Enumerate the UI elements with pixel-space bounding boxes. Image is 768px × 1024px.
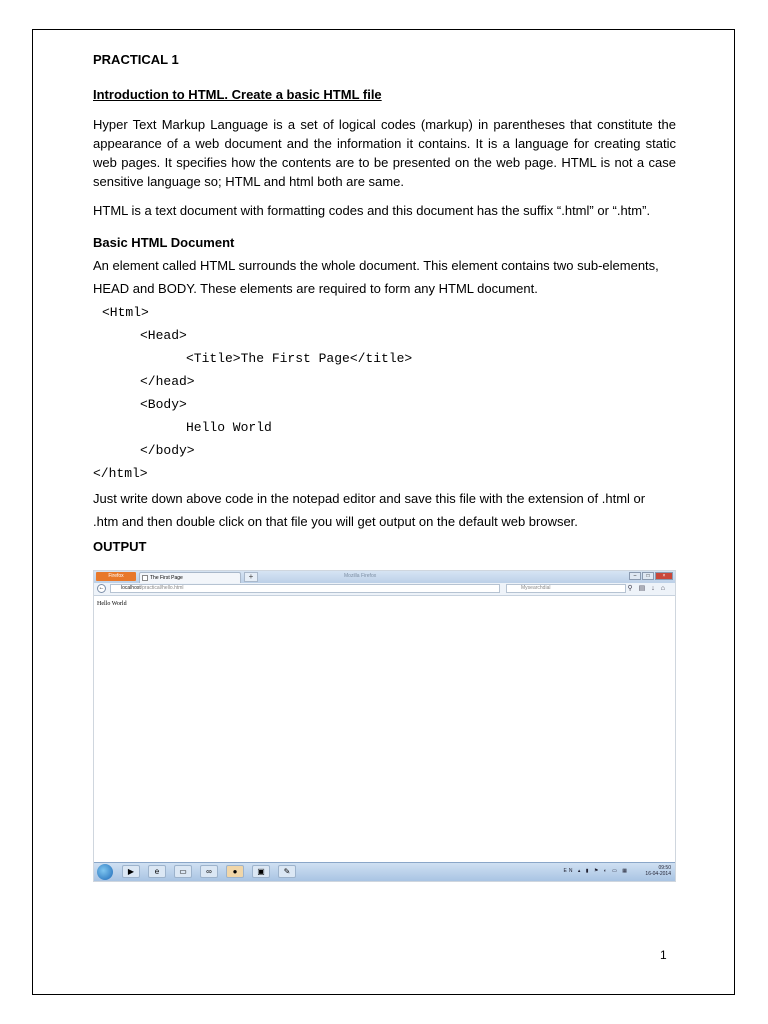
- browser-screenshot: Firefox The First Page + Mozilla Firefox…: [93, 570, 676, 882]
- document-body: PRACTICAL 1 Introduction to HTML. Create…: [93, 50, 676, 556]
- start-button-icon[interactable]: [97, 864, 113, 880]
- search-icon[interactable]: ⚲: [628, 585, 639, 592]
- clock-date: 16-04-2014: [645, 871, 671, 877]
- clock[interactable]: 09:50 16-04-2014: [645, 865, 671, 877]
- tray-language[interactable]: EN: [564, 868, 575, 874]
- output-label: OUTPUT: [93, 539, 147, 554]
- window-title: Mozilla Firefox: [344, 573, 377, 579]
- instruction-line-1: Just write down above code in the notepa…: [93, 491, 646, 506]
- url-host: localhost: [121, 585, 141, 591]
- code-line: <Title>The First Page</title>: [186, 351, 413, 366]
- system-tray: EN ▴ ▮ ⚑ ◐ ▭ ▦: [563, 868, 629, 874]
- url-bar[interactable]: localhost/practical/hello.html: [110, 584, 500, 593]
- code-line: <Body>: [140, 397, 187, 412]
- element-line-1: An element called HTML surrounds the who…: [93, 258, 659, 273]
- code-line: </html>: [93, 466, 148, 481]
- home-icon[interactable]: ⌂: [661, 585, 671, 592]
- browser-tabbar: Firefox The First Page + Mozilla Firefox…: [94, 571, 675, 583]
- window-controls: – □ ×: [628, 572, 673, 580]
- element-line-2: HEAD and BODY. These elements are requir…: [93, 281, 538, 296]
- browser-tab[interactable]: The First Page: [139, 572, 241, 583]
- code-line: <Head>: [140, 328, 187, 343]
- firefox-icon[interactable]: ●: [226, 865, 244, 878]
- windows-taskbar: ▶ e ▭ ∞ ● ▣ ✎ EN ▴ ▮ ⚑ ◐ ▭ ▦ 09:50 16-04…: [94, 862, 675, 881]
- firefox-menu-button[interactable]: Firefox: [96, 572, 136, 581]
- toolbar-icons: ⚲▤↓⌂: [628, 584, 672, 592]
- code-block: <Html> <Head> <Title>The First Page</tit…: [93, 301, 676, 485]
- url-path: /practical/hello.html: [140, 585, 184, 591]
- internet-explorer-icon[interactable]: e: [148, 865, 166, 878]
- code-line: </head>: [140, 374, 195, 389]
- app-icon[interactable]: ∞: [200, 865, 218, 878]
- media-player-icon[interactable]: ▶: [122, 865, 140, 878]
- minimize-icon[interactable]: –: [629, 572, 641, 580]
- search-input[interactable]: Mysearchdial: [506, 584, 626, 593]
- back-arrow-icon[interactable]: ←: [97, 584, 106, 593]
- browser-viewport: Hello World: [94, 596, 675, 863]
- subheading: Basic HTML Document: [93, 235, 235, 250]
- page-icon: [142, 575, 148, 581]
- code-line: Hello World: [186, 420, 272, 435]
- code-line: <Html>: [102, 305, 149, 320]
- code-line: </body>: [140, 443, 195, 458]
- notepad-icon[interactable]: ✎: [278, 865, 296, 878]
- page-number: 1: [660, 948, 667, 962]
- window-icon[interactable]: ▣: [252, 865, 270, 878]
- section-heading: Introduction to HTML. Create a basic HTM…: [93, 87, 382, 102]
- maximize-icon[interactable]: □: [642, 572, 654, 580]
- browser-navbar: ← localhost/practical/hello.html Mysearc…: [94, 583, 675, 596]
- instruction-line-2: .htm and then double click on that file …: [93, 514, 578, 529]
- practical-title: PRACTICAL 1: [93, 52, 179, 67]
- new-tab-button[interactable]: +: [244, 572, 258, 582]
- folder-icon[interactable]: ▭: [174, 865, 192, 878]
- intro-paragraph: Hyper Text Markup Language is a set of l…: [93, 117, 676, 189]
- rendered-hello-world: Hello World: [97, 601, 127, 607]
- tab-title: The First Page: [150, 575, 183, 581]
- suffix-paragraph: HTML is a text document with formatting …: [93, 203, 651, 218]
- close-icon[interactable]: ×: [655, 572, 673, 580]
- bookmarks-icon[interactable]: ▤: [639, 585, 652, 592]
- download-icon[interactable]: ↓: [651, 585, 661, 592]
